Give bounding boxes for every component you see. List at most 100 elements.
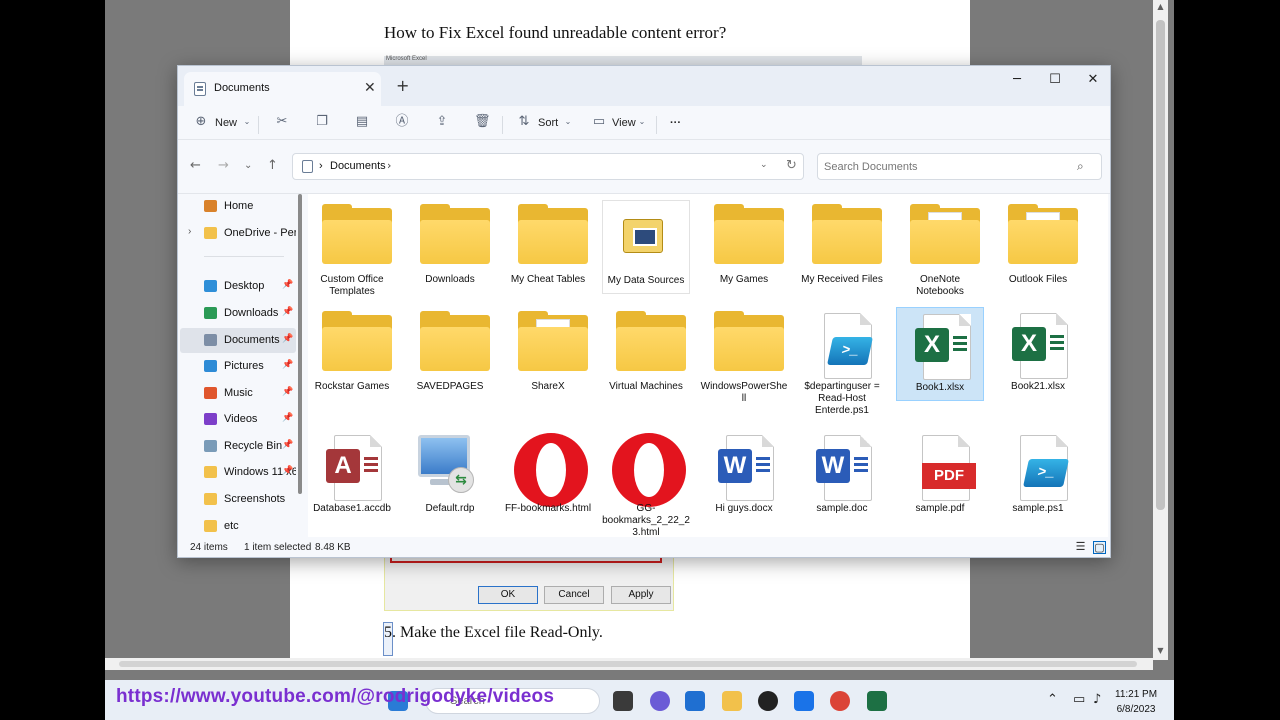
excel-taskbar-icon[interactable] (867, 691, 887, 711)
chevron-right-icon[interactable]: › (387, 159, 391, 172)
search-input[interactable] (824, 159, 1064, 175)
file-name: Book1.xlsx (915, 382, 965, 393)
breadcrumb[interactable]: Documents (330, 160, 386, 172)
file-name: My Data Sources (607, 275, 685, 286)
file-item[interactable]: Outlook Files (994, 200, 1082, 294)
sidebar-item[interactable]: Pictures 📌 (180, 354, 296, 379)
vertical-scrollbar[interactable]: ▲ ▼ (1153, 0, 1168, 660)
file-item[interactable]: W Hi guys.docx (700, 429, 788, 523)
file-item[interactable]: FF-bookmarks.html (504, 429, 592, 523)
share-icon[interactable]: ⇪ (434, 114, 450, 130)
file-item[interactable]: My Data Sources (602, 200, 690, 294)
ok-button[interactable]: OK (478, 586, 538, 604)
paste-icon[interactable]: ▤ (354, 114, 370, 130)
sidebar-item[interactable]: Downloads 📌 (180, 301, 296, 326)
up-arrow-icon[interactable]: ↑ (267, 158, 278, 173)
sidebar-item[interactable]: Windows 11 x64 📌 (180, 460, 296, 485)
network-icon[interactable]: ▭ (1073, 692, 1085, 707)
minimize-button[interactable]: ─ (998, 68, 1036, 92)
file-item[interactable]: Wsample.doc (798, 429, 886, 523)
volume-icon[interactable]: ♪ (1093, 692, 1101, 707)
app-icon[interactable] (794, 691, 814, 711)
divider (258, 116, 259, 134)
file-item[interactable]: Virtual Machines (602, 307, 690, 401)
file-item[interactable]: SAVEDPAGES (406, 307, 494, 401)
chrome-icon[interactable] (830, 691, 850, 711)
sidebar-item[interactable]: Recycle Bin 📌 (180, 434, 296, 459)
file-item[interactable]: ⇆ Default.rdp (406, 429, 494, 523)
file-item[interactable]: OneNote Notebooks (896, 200, 984, 297)
sidebar-item[interactable]: Screenshots (180, 487, 296, 512)
chevron-up-icon[interactable]: ⌃ (1047, 692, 1058, 707)
rename-icon[interactable]: Ⓐ (394, 114, 410, 130)
excel-file-icon: X (1012, 313, 1068, 379)
recent-chevron-icon[interactable]: ⌄ (244, 160, 252, 171)
tab-documents[interactable]: Documents ✕ (184, 72, 381, 106)
forward-arrow-icon[interactable]: → (218, 158, 229, 173)
expand-chevron-icon[interactable]: › (188, 226, 191, 237)
new-tab-icon[interactable]: + (396, 76, 409, 95)
cancel-button[interactable]: Cancel (544, 586, 604, 604)
sidebar-item[interactable]: › OneDrive - Personal (180, 221, 296, 246)
sidebar-item[interactable]: Desktop 📌 (180, 274, 296, 299)
file-item[interactable]: PDF sample.pdf (896, 429, 984, 523)
view-button[interactable]: View (612, 114, 636, 134)
copy-icon[interactable]: ❐ (314, 114, 330, 130)
file-item[interactable]: X Book1.xlsx (896, 307, 984, 401)
more-options-button[interactable]: ··· (670, 114, 681, 134)
file-item[interactable]: ShareX (504, 307, 592, 401)
file-item[interactable]: Rockstar Games (308, 307, 396, 401)
pdf-file-icon: PDF (914, 435, 976, 501)
folder-icon (204, 520, 217, 532)
address-box[interactable]: › Documents › ⌄ ↻ (292, 153, 804, 180)
maximize-button[interactable]: ☐ (1036, 68, 1074, 92)
sort-icon: ⇅ (518, 114, 530, 129)
sidebar-item[interactable]: Music 📌 (180, 381, 296, 406)
close-button[interactable]: ✕ (1074, 68, 1110, 92)
back-arrow-icon[interactable]: ← (190, 158, 201, 173)
task-view-icon[interactable] (613, 691, 633, 711)
delete-icon[interactable]: 🗑 (474, 114, 491, 130)
file-item[interactable]: WindowsPowerShell (700, 307, 788, 404)
file-item[interactable]: >_ sample.ps1 (994, 429, 1082, 523)
recycle-bin-icon (204, 440, 217, 452)
sidebar-item[interactable]: Videos 📌 (180, 407, 296, 432)
scroll-up-icon[interactable]: ▲ (1153, 2, 1168, 11)
file-item[interactable]: A Database1.accdb (308, 429, 396, 523)
file-item[interactable]: My Cheat Tables (504, 200, 592, 294)
large-icons-view-icon[interactable]: ▢ (1093, 541, 1106, 554)
file-item[interactable]: Downloads (406, 200, 494, 294)
file-item[interactable]: Custom Office Templates (308, 200, 396, 297)
scroll-down-icon[interactable]: ▼ (1153, 646, 1168, 655)
media-player-icon[interactable] (758, 691, 778, 711)
close-tab-icon[interactable]: ✕ (364, 80, 376, 96)
sidebar-item[interactable]: Home (180, 194, 296, 219)
chat-icon[interactable] (650, 691, 670, 711)
file-item[interactable]: GG-bookmarks_2_22_23.html (602, 429, 690, 538)
apply-button[interactable]: Apply (611, 586, 671, 604)
cut-icon[interactable]: ✂ (274, 114, 290, 130)
file-item[interactable]: >_ $departinguser = Read-Host Enterde.ps1 (798, 307, 886, 416)
details-view-icon[interactable]: ☰ (1074, 541, 1087, 554)
sidebar-item[interactable]: etc (180, 514, 296, 539)
chevron-down-icon[interactable]: ⌄ (760, 160, 768, 170)
clock[interactable]: 11:21 PM 6/8/2023 (1115, 687, 1157, 717)
file-name: OneNote Notebooks (916, 274, 964, 297)
scroll-thumb[interactable] (1156, 20, 1165, 510)
refresh-icon[interactable]: ↻ (786, 158, 797, 173)
file-item[interactable]: My Games (700, 200, 788, 294)
store-icon[interactable] (685, 691, 705, 711)
new-button[interactable]: New (215, 114, 237, 134)
scroll-thumb[interactable] (119, 661, 1137, 667)
file-item[interactable]: X Book21.xlsx (994, 307, 1082, 401)
search-box[interactable]: ⌕ (817, 153, 1102, 180)
navigation-scrollbar[interactable] (298, 194, 302, 494)
file-explorer-icon[interactable] (722, 691, 742, 711)
file-item[interactable]: My Received Files (798, 200, 886, 294)
sort-button[interactable]: Sort (538, 114, 558, 134)
sidebar-item[interactable]: Documents 📌 (180, 328, 296, 353)
file-grid: Custom Office Templates Downloads My Cheat… (308, 194, 1108, 538)
horizontal-scrollbar[interactable] (105, 658, 1153, 670)
folder-icon (616, 311, 686, 371)
search-icon[interactable]: ⌕ (1077, 159, 1084, 174)
